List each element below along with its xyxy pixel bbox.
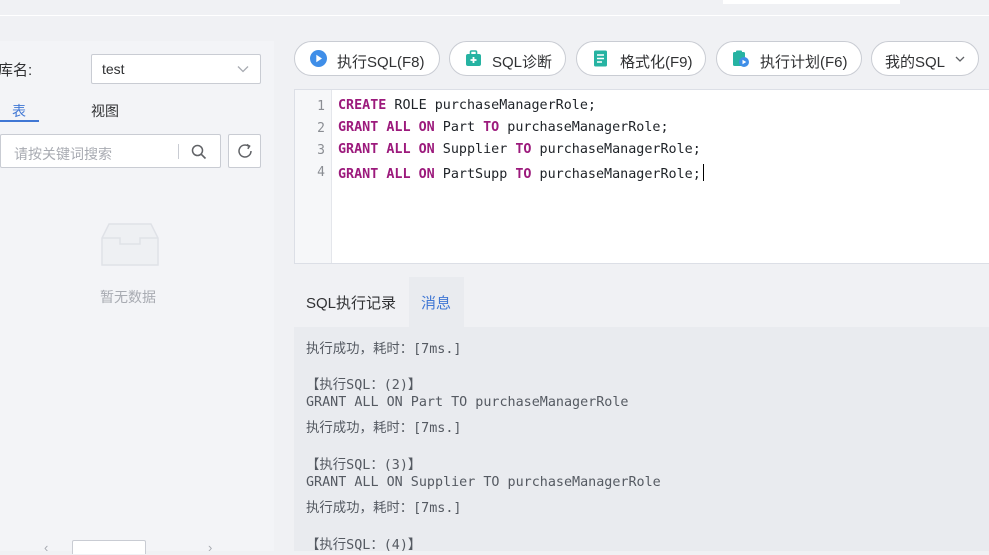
sql-keyword: CREATE	[338, 98, 387, 113]
sql-editor[interactable]: 1 2 3 4 CREATE ROLE purchaseManagerRole;…	[294, 89, 989, 264]
table-search-input[interactable]: 请按关键词搜索	[0, 134, 221, 168]
execute-sql-button[interactable]: 执行SQL(F8)	[294, 41, 440, 76]
my-sql-dropdown[interactable]: 我的SQL	[871, 41, 979, 76]
page-input[interactable]	[72, 540, 146, 554]
message-line: 执行成功，耗时：[7ms.]	[306, 421, 462, 436]
empty-text: 暂无数据	[100, 289, 156, 305]
refresh-button[interactable]	[228, 134, 261, 168]
empty-box-icon	[101, 223, 159, 266]
top-divider	[0, 15, 989, 16]
line-number: 4	[317, 165, 325, 180]
tab-sql-history[interactable]: SQL执行记录	[306, 292, 396, 313]
format-button[interactable]: 格式化(F9)	[576, 41, 706, 76]
message-line: 执行成功，耗时：[7ms.]	[306, 342, 462, 357]
db-label: 库名:	[0, 62, 33, 79]
message-line: 执行成功，耗时：[7ms.]	[306, 501, 462, 516]
line-number-gutter: 1 2 3 4	[295, 90, 332, 263]
plan-icon	[733, 50, 749, 67]
tab-views[interactable]: 视图	[91, 101, 119, 121]
code-line: CREATE ROLE purchaseManagerRole;	[338, 98, 596, 113]
format-label: 格式化(F9)	[620, 54, 693, 71]
sql-text: Part	[434, 120, 484, 135]
db-select-value: test	[102, 61, 125, 77]
top-bar-input[interactable]	[723, 0, 900, 4]
sql-keyword: TO	[515, 142, 532, 157]
sql-diagnose-button[interactable]: SQL诊断	[449, 41, 566, 76]
sql-text: purchaseManagerRole;	[531, 167, 701, 182]
execute-sql-label: 执行SQL(F8)	[337, 54, 425, 71]
sql-keyword: GRANT ALL ON	[338, 120, 435, 135]
search-separator	[178, 144, 179, 159]
format-icon	[594, 50, 607, 67]
sql-keyword: GRANT ALL ON	[338, 167, 435, 182]
prev-page-icon[interactable]: ‹	[44, 540, 48, 555]
chevron-down-icon	[955, 56, 965, 62]
code-line: GRANT ALL ON Part TO purchaseManagerRole…	[338, 120, 669, 135]
db-select[interactable]: test	[91, 54, 261, 84]
my-sql-label: 我的SQL	[885, 54, 946, 71]
refresh-icon	[238, 143, 252, 158]
code-line: GRANT ALL ON Supplier TO purchaseManager…	[338, 142, 701, 157]
message-line: GRANT ALL ON Part TO purchaseManagerRole	[306, 395, 629, 410]
execution-plan-button[interactable]: 执行计划(F6)	[716, 41, 862, 76]
code-line: GRANT ALL ON PartSupp TO purchaseManager…	[338, 164, 704, 182]
execution-plan-label: 执行计划(F6)	[760, 54, 848, 71]
tab-tables[interactable]: 表	[12, 101, 26, 121]
sql-keyword: GRANT ALL ON	[338, 142, 435, 157]
play-icon	[310, 50, 327, 67]
search-icon[interactable]	[191, 144, 207, 160]
message-line: GRANT ALL ON Supplier TO purchaseManager…	[306, 475, 661, 490]
text-cursor	[702, 164, 704, 181]
sql-text: purchaseManagerRole;	[499, 120, 669, 135]
line-number: 3	[317, 143, 325, 158]
line-number: 1	[317, 99, 325, 114]
message-line: 【执行SQL：(3)】	[306, 458, 422, 473]
sql-text: PartSupp	[434, 167, 516, 182]
sql-text: purchaseManagerRole;	[531, 142, 701, 157]
sql-text: ROLE purchaseManagerRole;	[386, 98, 596, 113]
sql-keyword: TO	[483, 120, 500, 135]
tab-active-underline	[0, 120, 39, 122]
message-line: 【执行SQL：(2)】	[306, 378, 422, 393]
diagnose-icon	[466, 50, 481, 66]
next-page-icon[interactable]: ›	[208, 540, 212, 555]
message-line: 【执行SQL：(4)】	[306, 538, 422, 551]
sql-keyword: TO	[515, 167, 532, 182]
pagination: ‹ ›	[40, 540, 230, 555]
search-placeholder: 请按关键词搜索	[14, 146, 112, 162]
tab-messages[interactable]: 消息	[421, 292, 451, 313]
line-number: 2	[317, 121, 325, 136]
chevron-down-icon	[237, 66, 249, 73]
message-panel: 执行成功，耗时：[7ms.] 【执行SQL：(2)】 GRANT ALL ON …	[294, 327, 989, 551]
sql-text: Supplier	[434, 142, 516, 157]
sql-diagnose-label: SQL诊断	[492, 54, 553, 71]
